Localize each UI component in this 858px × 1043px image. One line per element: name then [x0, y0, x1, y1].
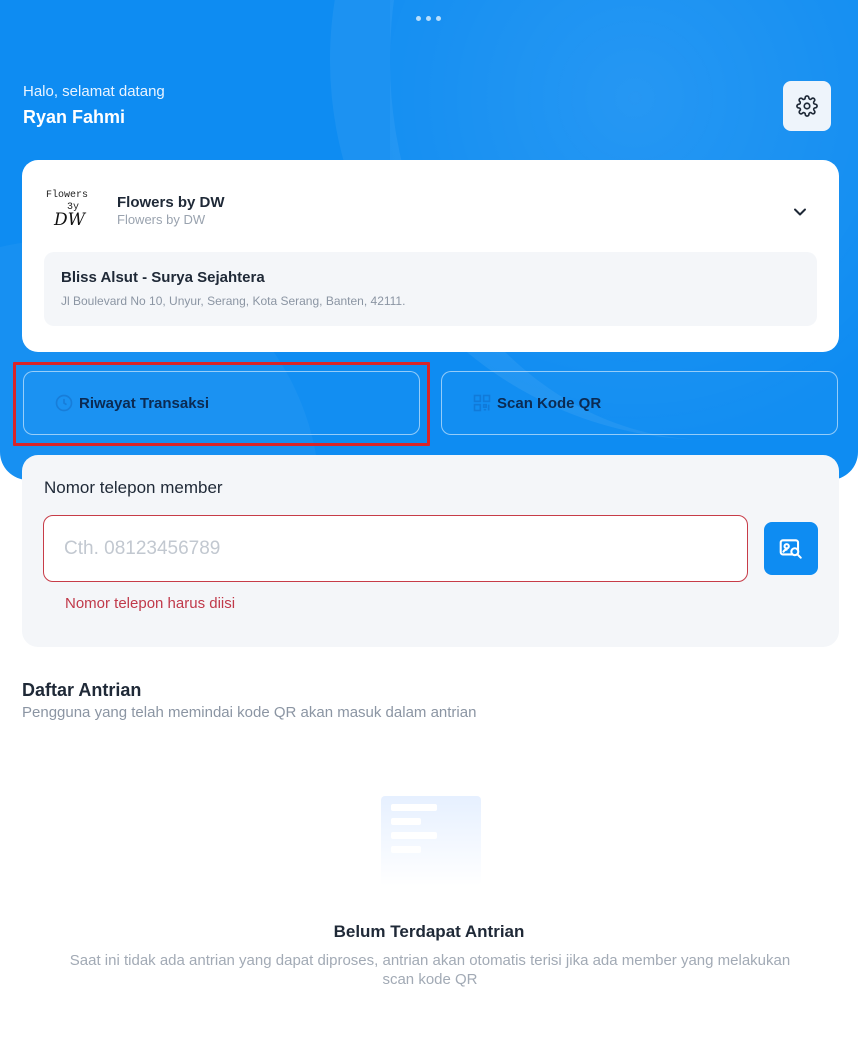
greeting-text: Halo, selamat datang: [23, 83, 165, 100]
user-name: Ryan Fahmi: [23, 107, 126, 127]
store-name: Flowers by DW: [117, 194, 225, 211]
more-dots-icon[interactable]: [416, 16, 441, 21]
chevron-down-icon[interactable]: [790, 202, 810, 222]
qr-code-icon: [473, 394, 491, 412]
transaction-history-button[interactable]: Riwayat Transaksi: [23, 371, 420, 435]
store-subtitle: Flowers by DW: [117, 212, 206, 227]
history-icon: [55, 394, 73, 412]
member-phone-error: Nomor telepon harus diisi: [65, 595, 236, 612]
gear-icon: [796, 95, 818, 117]
store-selector-card[interactable]: Flowers 3y DW Flowers by DW Flowers by D…: [22, 160, 839, 352]
member-phone-input[interactable]: [43, 515, 748, 582]
logo-text-line1: Flowers: [46, 190, 89, 201]
empty-queue-description: Saat ini tidak ada antrian yang dapat di…: [69, 952, 791, 988]
queue-subtitle: Pengguna yang telah memindai kode QR aka…: [22, 704, 477, 721]
transaction-history-label: Riwayat Transaksi: [79, 394, 210, 412]
member-phone-label: Nomor telepon member: [44, 478, 223, 497]
empty-queue-title: Belum Terdapat Antrian: [333, 922, 525, 941]
logo-text-line3: DW: [54, 210, 86, 230]
member-phone-card: Nomor telepon member Nomor telepon harus…: [22, 455, 839, 647]
empty-list-illustration: [381, 796, 481, 886]
search-member-button[interactable]: [764, 522, 818, 575]
member-search-icon: [779, 538, 802, 559]
store-logo: Flowers 3y DW: [44, 188, 98, 232]
scan-qr-label: Scan Kode QR: [497, 394, 602, 412]
branch-name: Bliss Alsut - Surya Sejahtera: [61, 269, 265, 286]
branch-address: Jl Boulevard No 10, Unyur, Serang, Kota …: [61, 294, 406, 308]
branch-info: Bliss Alsut - Surya Sejahtera Jl Bouleva…: [44, 252, 817, 326]
scan-qr-button[interactable]: Scan Kode QR: [441, 371, 838, 435]
settings-button[interactable]: [783, 81, 831, 131]
queue-title: Daftar Antrian: [22, 680, 142, 700]
